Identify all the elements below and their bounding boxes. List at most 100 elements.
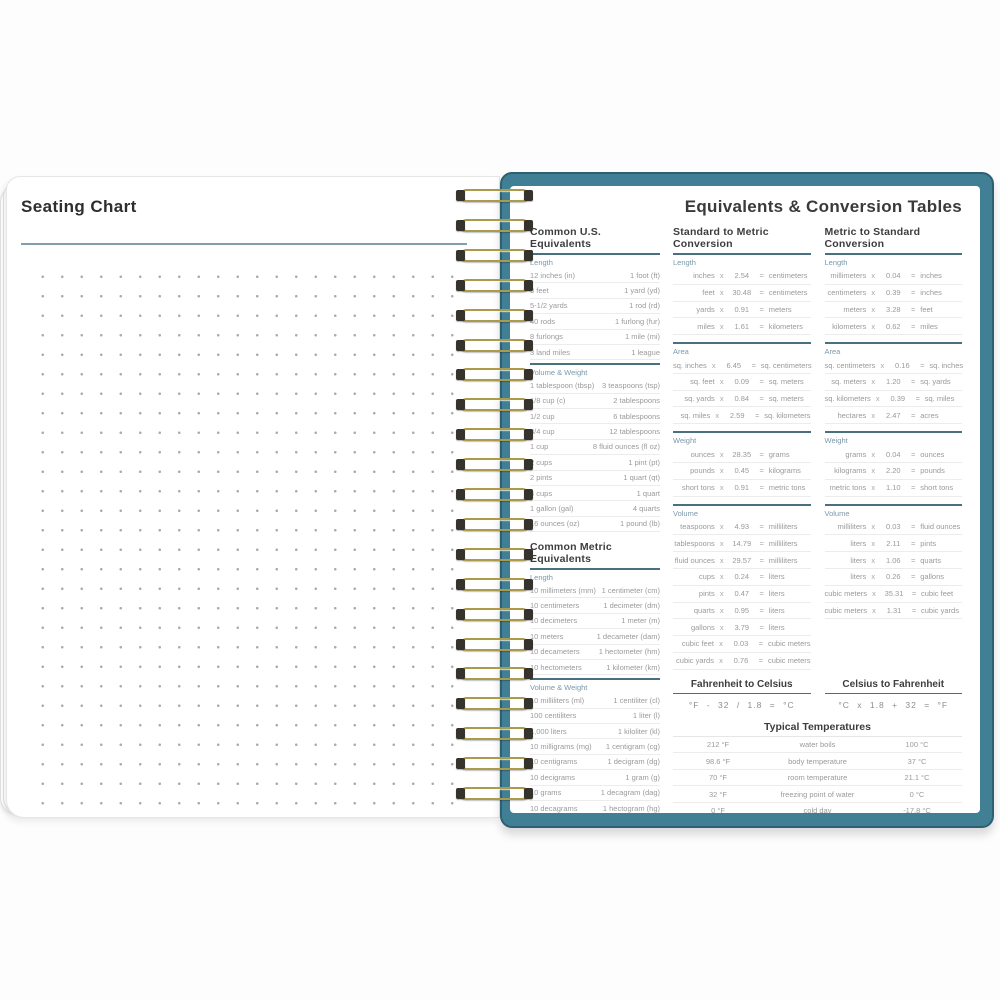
conversion-row: sq. centimeters x 0.16 = sq. inches xyxy=(825,357,963,374)
row-left-value: 100 centiliters xyxy=(530,711,576,720)
conversion-row: yards x 0.91 = meters xyxy=(673,302,811,319)
row-left-value: 10 grams xyxy=(530,788,561,797)
conversion-row: sq. kilometers x 0.39 = sq. miles xyxy=(825,391,963,408)
conversion-from: sq. meters xyxy=(825,377,867,386)
table-section: Weight grams x 0.04 xyxy=(825,431,963,496)
temperature-row: 212 °F water boils 100 °C xyxy=(673,737,962,754)
row-right-value: 1 mile (mi) xyxy=(625,332,660,341)
row-left-value: 3/4 cup xyxy=(530,427,555,436)
conversion-row: hectares x 2.47 = acres xyxy=(825,407,963,424)
conversion-factor: 35.31 xyxy=(881,589,907,598)
conversion-from: centimeters xyxy=(825,288,867,297)
table-row: 5-1/2 yards 1 rod (rd) xyxy=(530,299,660,314)
row-right-value: 1 centimeter (cm) xyxy=(602,586,660,595)
conversion-factor: 1.31 xyxy=(881,606,907,615)
table-section: Length 12 inches (in) 1 foot (ft) xyxy=(530,255,660,360)
equals-sign: = xyxy=(909,483,917,492)
conversion-factor: 1.10 xyxy=(880,483,906,492)
conversion-from: ounces xyxy=(673,450,715,459)
right-page: Equivalents & Conversion Tables Common U… xyxy=(510,186,980,813)
row-right-value: 1 decameter (dam) xyxy=(597,632,660,641)
table-row: 3 feet 1 yard (yd) xyxy=(530,283,660,298)
equals-sign: = xyxy=(909,271,917,280)
conversion-factor: 14.79 xyxy=(729,539,755,548)
conversion-factor: 4.93 xyxy=(729,522,755,531)
conversion-factor: 0.26 xyxy=(880,572,906,581)
table-row: 3 land miles 1 league xyxy=(530,345,660,360)
row-right-value: 1 decimeter (dm) xyxy=(603,601,660,610)
row-right-value: 4 quarts xyxy=(633,504,660,513)
equals-sign: = xyxy=(909,522,917,531)
multiply-sign: x xyxy=(874,394,882,403)
row-right-value: 1 foot (ft) xyxy=(630,271,660,280)
conversion-factor: 0.04 xyxy=(880,271,906,280)
conversion-to: inches xyxy=(920,271,962,280)
conversion-from: kilometers xyxy=(825,322,867,331)
conversion-factor: 0.62 xyxy=(880,322,906,331)
typical-temperatures-table: 212 °F water boils 100 °C 98.6 °F body t… xyxy=(673,736,962,813)
conversion-factor: 0.76 xyxy=(728,656,754,665)
row-left-value: 10 decagrams xyxy=(530,804,578,813)
table-row: 2 cups 1 pint (pt) xyxy=(530,455,660,470)
conversion-from: cubic meters xyxy=(825,606,868,615)
multiply-sign: x xyxy=(870,606,878,615)
section-label: Weight xyxy=(673,433,811,446)
table-section: Length millimeters x 0.04 xyxy=(825,255,963,335)
row-right-value: 1 centiliter (cl) xyxy=(613,696,660,705)
table-header: Common Metric Equivalents xyxy=(530,541,660,570)
multiply-sign: x xyxy=(718,450,726,459)
temperature-row: 70 °F room temperature 21.1 °C xyxy=(673,770,962,787)
conversion-factor: 2.11 xyxy=(880,539,906,548)
table-section: Length 10 millimeters (mm) 1 centimeter … xyxy=(530,570,660,675)
equals-sign: = xyxy=(758,572,766,581)
multiply-sign: x xyxy=(718,305,726,314)
row-left-value: 10 meters xyxy=(530,632,563,641)
row-right-value: 1 centigram (cg) xyxy=(606,742,660,751)
table-section: Weight ounces x 28.35 xyxy=(673,431,811,496)
table-row: 2 pints 1 quart (qt) xyxy=(530,471,660,486)
fahrenheit-value: 32 °F xyxy=(673,790,763,799)
conversion-row: cubic feet x 0.03 = cubic meters xyxy=(673,636,811,653)
row-left-value: 1,000 liters xyxy=(530,727,567,736)
table-section: Volume & Weight 1 tablespoon (tbsp) 3 te… xyxy=(530,363,660,532)
conversion-to: grams xyxy=(769,450,811,459)
metric-to-std-table: Metric to Standard Conversion Length xyxy=(825,226,963,714)
conversion-factor: 0.09 xyxy=(729,377,755,386)
table-row: 10 decigrams 1 gram (g) xyxy=(530,770,660,785)
conversion-from: liters xyxy=(825,556,867,565)
multiply-sign: x xyxy=(718,572,726,581)
multiply-sign: x xyxy=(718,483,726,492)
equals-sign: = xyxy=(909,288,917,297)
conversion-factor: 1.06 xyxy=(880,556,906,565)
row-left-value: 1 tablespoon (tbsp) xyxy=(530,381,594,390)
conversion-row: metric tons x 1.10 = short tons xyxy=(825,480,963,497)
equals-sign: = xyxy=(909,450,917,459)
row-left-value: 16 ounces (oz) xyxy=(530,519,580,528)
table-row: 16 ounces (oz) 1 pound (lb) xyxy=(530,517,660,532)
row-right-value: 1 gram (g) xyxy=(625,773,660,782)
conversion-to: cubic feet xyxy=(921,589,962,598)
equals-sign: = xyxy=(909,377,917,386)
row-left-value: 3 land miles xyxy=(530,348,570,357)
conversion-to: milliliters xyxy=(769,539,811,548)
conversion-from: fluid ounces xyxy=(673,556,715,565)
conversion-from: cubic feet xyxy=(673,639,714,648)
multiply-sign: x xyxy=(869,572,877,581)
multiply-sign: x xyxy=(718,606,726,615)
conversion-to: metric tons xyxy=(769,483,811,492)
equals-sign: = xyxy=(758,522,766,531)
conversion-from: pints xyxy=(673,589,715,598)
conversion-row: meters x 3.28 = feet xyxy=(825,302,963,319)
temp-header: Celsius to Fahrenheit xyxy=(825,679,963,694)
table-row: 10 decimeters 1 meter (m) xyxy=(530,614,660,629)
multiply-sign: x xyxy=(869,522,877,531)
conversion-factor: 0.95 xyxy=(729,606,755,615)
equals-sign: = xyxy=(918,361,926,370)
conversion-row: liters x 0.26 = gallons xyxy=(825,569,963,586)
conversion-from: short tons xyxy=(673,483,715,492)
multiply-sign: x xyxy=(870,589,878,598)
conversion-to: gallons xyxy=(920,572,962,581)
table-row: 12 inches (in) 1 foot (ft) xyxy=(530,268,660,283)
left-page-title: Seating Chart xyxy=(21,197,137,217)
multiply-sign: x xyxy=(869,556,877,565)
